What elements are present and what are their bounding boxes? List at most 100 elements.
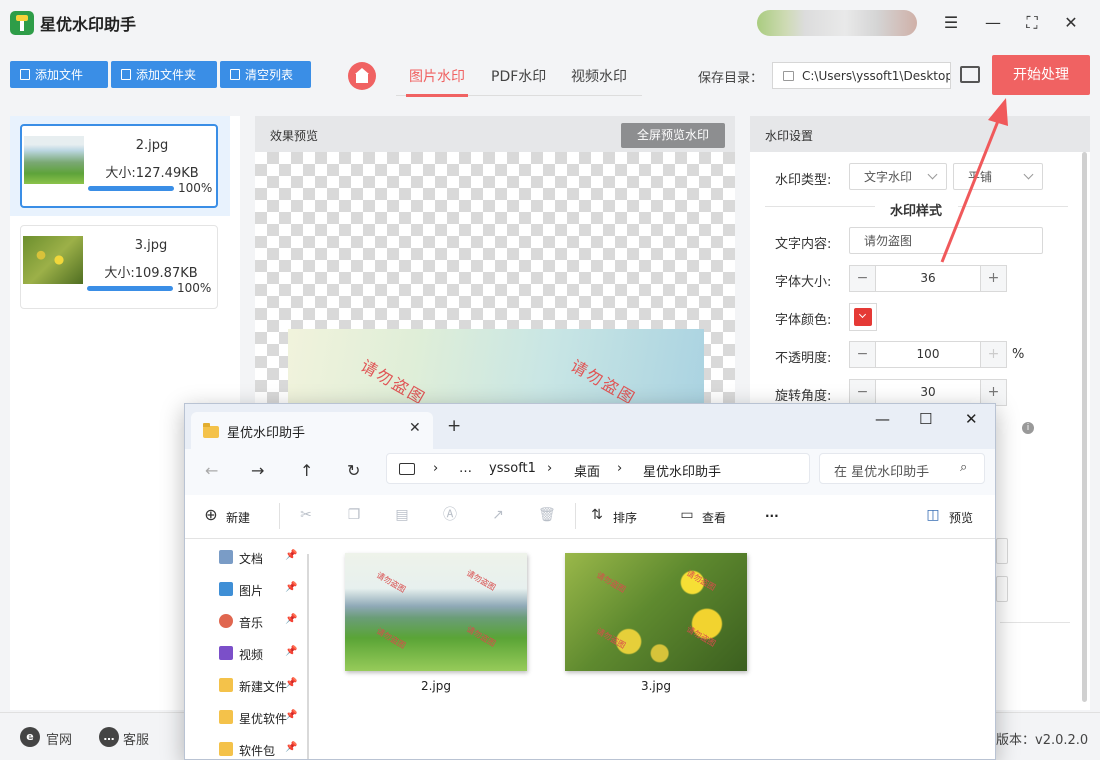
address-bar[interactable]: › … yssoft1 › 桌面 › 星优水印助手 [386,453,810,484]
search-placeholder: 在 星优水印助手 [834,465,930,480]
trash-icon [230,69,240,80]
decrement-button[interactable]: − [850,342,876,367]
add-file-button[interactable]: 添加文件 [10,61,108,88]
user-avatar[interactable] [757,10,917,36]
clear-list-button[interactable]: 清空列表 [220,61,311,88]
rotation-label: 旋转角度: [775,389,832,404]
rotation-value[interactable]: 30 [876,380,980,405]
explorer-tab-title: 星优水印助手 [227,426,306,441]
file-size: 大小:127.49KB [105,166,199,181]
file-name[interactable]: 3.jpg [565,679,747,693]
chevron-down-icon [927,169,938,180]
breadcrumb-desktop[interactable]: 桌面 [574,461,600,480]
cut-icon[interactable]: ✂ [298,507,314,523]
close-tab-icon[interactable]: ✕ [409,420,421,436]
home-icon[interactable] [348,62,376,90]
watermark-type-select[interactable]: 文字水印 [849,163,947,190]
file-item[interactable]: 2.jpg 大小:127.49KB 100% [20,124,218,208]
opacity-unit: % [1012,347,1025,362]
minimize-icon[interactable]: — [875,410,890,428]
new-button[interactable]: 新建 [226,509,250,526]
rename-icon[interactable]: Ⓐ [442,507,458,523]
file-item[interactable]: 3.jpg 大小:109.87KB 100% [20,225,218,309]
close-icon[interactable]: ✕ [965,410,978,428]
sort-button[interactable]: 排序 [613,509,637,526]
increment-button[interactable]: + [980,380,1006,405]
support-chat-icon[interactable]: … [99,727,119,747]
explorer-file-area: 请勿盗图 请勿盗图 请勿盗图 请勿盗图 2.jpg 请勿盗图 请勿盗图 请勿盗图… [315,539,995,759]
preview-title: 效果预览 [270,129,319,143]
fullscreen-preview-button[interactable]: 全屏预览水印 [621,123,725,148]
paste-icon[interactable]: ▤ [394,507,410,523]
delete-icon[interactable]: 🗑 [538,507,556,523]
watermark-type-label: 水印类型: [775,173,832,188]
pin-icon: 📌 [285,582,298,593]
breadcrumb-current[interactable]: 星优水印助手 [643,461,721,480]
file-thumbnail[interactable]: 请勿盗图 请勿盗图 请勿盗图 请勿盗图 [565,553,747,671]
folder-icon [203,423,219,438]
back-icon[interactable]: ← [205,461,218,480]
settings-sliders-icon[interactable]: ☰ [940,12,962,34]
font-color-picker[interactable] [849,303,877,331]
pin-icon: 📌 [285,710,298,721]
preview-pane-icon[interactable]: ◫ [925,507,941,523]
file-name: 3.jpg [134,238,168,253]
text-content-input[interactable]: 请勿盗图 [849,227,1043,254]
font-size-value[interactable]: 36 [876,266,980,291]
opacity-stepper[interactable]: − 100 + [849,341,1007,368]
file-thumbnail[interactable]: 请勿盗图 请勿盗图 请勿盗图 请勿盗图 [345,553,527,671]
preview-pane-button[interactable]: 预览 [949,509,973,526]
website-icon[interactable]: e [20,727,40,747]
breadcrumb-yssoft1[interactable]: yssoft1 [489,461,536,476]
font-size-label: 字体大小: [775,275,832,290]
add-folder-button[interactable]: 添加文件夹 [111,61,217,88]
search-input[interactable]: 在 星优水印助手 ⌕ [819,453,985,484]
info-icon[interactable]: i [1022,422,1034,434]
rotation-stepper[interactable]: − 30 + [849,379,1007,406]
layout-mode-select[interactable]: 平铺 [953,163,1043,190]
refresh-icon[interactable]: ↻ [347,461,360,480]
new-tab-icon[interactable]: + [447,416,461,436]
breadcrumb-more[interactable]: … [459,461,472,476]
save-directory-label: 保存目录： [698,71,764,86]
maximize-icon[interactable]: ☐ [919,410,932,428]
tab-video-watermark[interactable]: 视频水印 [571,66,627,86]
view-button[interactable]: 查看 [702,509,726,526]
more-options-button[interactable]: ··· [765,509,779,523]
copy-icon[interactable]: ❐ [346,507,362,523]
increment-button[interactable]: + [980,342,1006,367]
support-link[interactable]: 客服 [123,729,149,748]
decrement-button[interactable]: − [850,266,876,291]
save-directory-input[interactable]: C:\Users\yssoft1\Desktop [772,62,951,89]
divider [575,503,576,529]
minimize-icon[interactable]: — [982,12,1004,34]
website-link[interactable]: 官网 [46,729,72,748]
sidebar-splitter[interactable] [307,554,309,759]
sort-icon[interactable]: ⇅ [589,507,605,523]
explorer-tab[interactable]: 星优水印助手 ✕ [191,412,433,449]
opacity-value[interactable]: 100 [876,342,980,367]
settings-scrollbar[interactable] [1082,152,1087,702]
pictures-icon [219,582,233,596]
watermark-text: 请勿盗图 [374,570,408,595]
file-name[interactable]: 2.jpg [345,679,527,693]
partial-input[interactable] [996,576,1008,602]
up-icon[interactable]: ↑ [300,461,313,480]
tab-pdf-watermark[interactable]: PDF水印 [491,66,546,86]
increment-button[interactable]: + [980,266,1006,291]
start-processing-button[interactable]: 开始处理 [992,55,1090,95]
search-icon: ⌕ [960,460,968,475]
maximize-icon[interactable]: ⛶ [1021,12,1043,34]
version-text: 版本：v2.0.2.0 [996,733,1089,748]
close-icon[interactable]: ✕ [1060,12,1082,34]
decrement-button[interactable]: − [850,380,876,405]
forward-icon[interactable]: → [251,461,264,480]
view-icon[interactable]: ▭ [679,507,695,523]
share-icon[interactable]: ↗ [490,507,506,523]
computer-icon [399,463,415,475]
tab-image-watermark[interactable]: 图片水印 [409,66,465,86]
partial-input[interactable] [996,538,1008,564]
browse-folder-icon[interactable] [960,66,980,83]
new-plus-icon[interactable]: ⊕ [203,507,219,523]
font-size-stepper[interactable]: − 36 + [849,265,1007,292]
